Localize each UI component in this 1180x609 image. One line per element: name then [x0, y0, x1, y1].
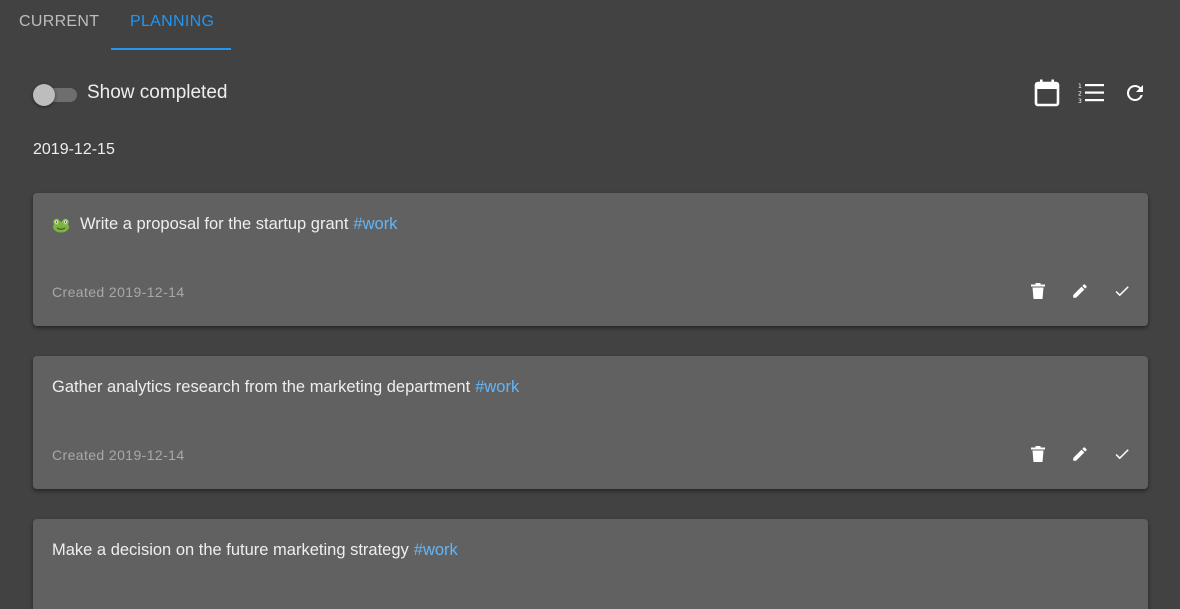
svg-text:1: 1 — [1078, 83, 1082, 90]
calendar-icon[interactable] — [1034, 78, 1060, 108]
task-card: Make a decision on the future marketing … — [33, 519, 1148, 609]
date-heading: 2019-12-15 — [33, 141, 115, 158]
list-numbered-icon[interactable]: 1 2 3 — [1078, 78, 1104, 108]
task-title-row: Make a decision on the future marketing … — [52, 541, 458, 560]
toolbar: Show completed 1 2 3 — [33, 78, 1148, 108]
task-tag[interactable]: #work — [353, 215, 397, 234]
task-created-date: Created 2019-12-14 — [52, 284, 185, 300]
task-created-date: Created 2019-12-14 — [52, 447, 185, 463]
tab-current[interactable]: CURRENT — [0, 0, 111, 48]
svg-text:2: 2 — [1078, 91, 1082, 98]
task-tag[interactable]: #work — [475, 378, 519, 397]
frog-icon — [52, 217, 70, 233]
task-title: Gather analytics research from the marke… — [52, 378, 471, 396]
task-title-row: Write a proposal for the startup grant #… — [52, 215, 397, 234]
check-icon[interactable] — [1112, 444, 1132, 464]
delete-icon[interactable] — [1028, 444, 1048, 464]
toggle-thumb — [33, 84, 55, 106]
tab-planning[interactable]: PLANNING — [111, 0, 231, 50]
show-completed-toggle[interactable] — [33, 82, 79, 106]
task-actions — [1028, 444, 1132, 464]
refresh-icon[interactable] — [1122, 78, 1148, 108]
tab-bar: CURRENT PLANNING — [0, 0, 231, 50]
edit-icon[interactable] — [1070, 281, 1090, 301]
task-actions — [1028, 281, 1132, 301]
task-card: Gather analytics research from the marke… — [33, 356, 1148, 489]
task-card: Write a proposal for the startup grant #… — [33, 193, 1148, 326]
task-tag[interactable]: #work — [414, 541, 458, 560]
svg-text:3: 3 — [1078, 98, 1082, 104]
task-title: Make a decision on the future marketing … — [52, 541, 409, 559]
task-title-row: Gather analytics research from the marke… — [52, 378, 519, 397]
toolbar-actions: 1 2 3 — [1034, 78, 1148, 108]
show-completed-label: Show completed — [87, 82, 228, 103]
task-title: Write a proposal for the startup grant — [80, 215, 349, 233]
edit-icon[interactable] — [1070, 444, 1090, 464]
check-icon[interactable] — [1112, 281, 1132, 301]
delete-icon[interactable] — [1028, 281, 1048, 301]
